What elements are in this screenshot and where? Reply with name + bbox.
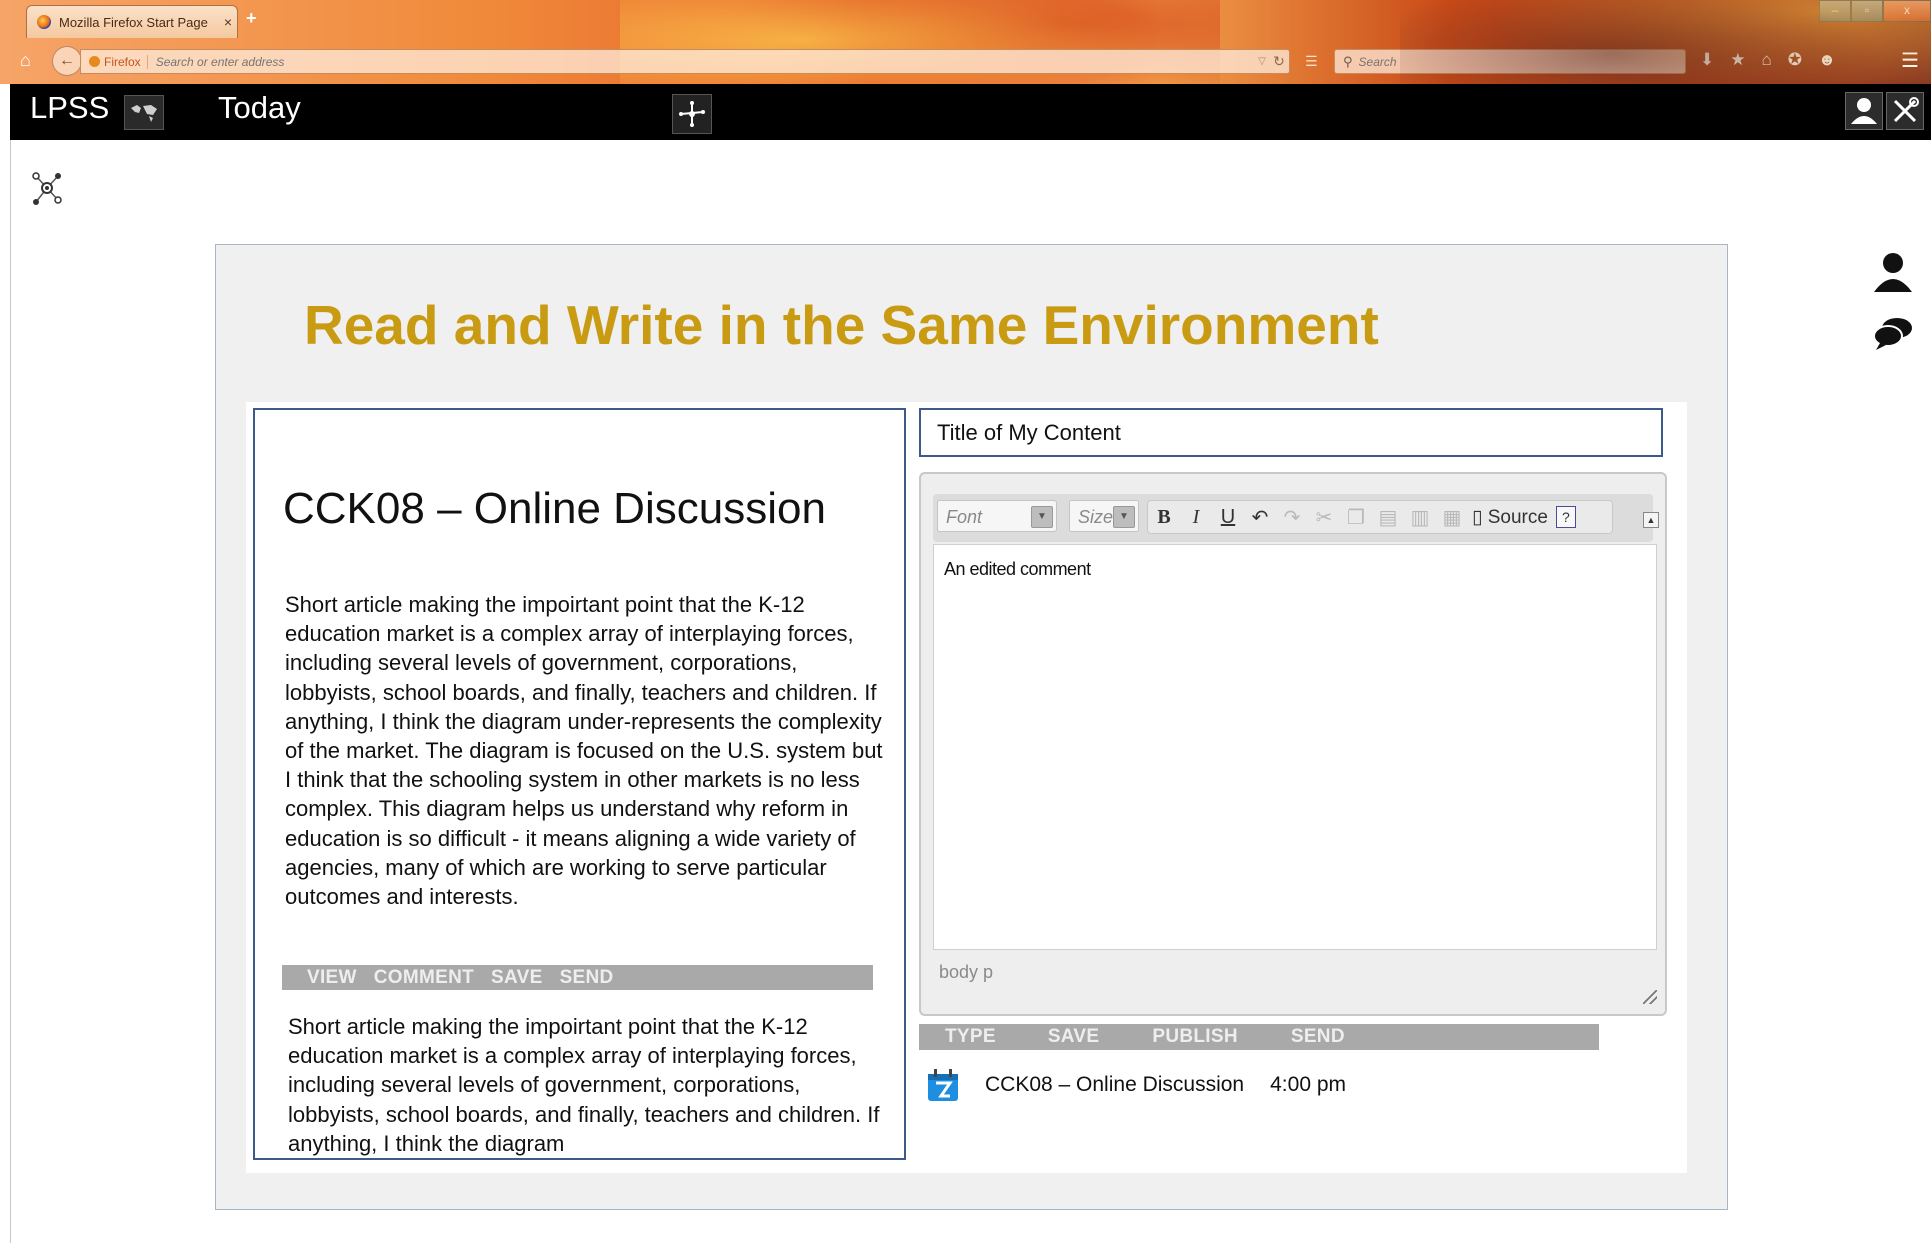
- profile-icon[interactable]: ☻: [1818, 50, 1836, 70]
- network-icon[interactable]: [672, 94, 712, 134]
- url-input[interactable]: [147, 53, 1255, 70]
- type-button[interactable]: TYPE: [945, 1026, 996, 1048]
- firefox-icon: [37, 15, 51, 29]
- undo-icon[interactable]: ↶: [1244, 505, 1276, 530]
- underline-icon[interactable]: U: [1212, 506, 1244, 529]
- minimize-button[interactable]: –: [1819, 0, 1851, 22]
- editor-text-area[interactable]: An edited comment: [933, 544, 1657, 950]
- browser-tab[interactable]: Mozilla Firefox Start Page ×: [26, 5, 238, 38]
- editor-content[interactable]: An edited comment: [944, 559, 1091, 580]
- article-body: Short article making the impoirtant poin…: [288, 1014, 880, 1156]
- send-button[interactable]: SEND: [560, 967, 614, 989]
- addon-icon[interactable]: ✪: [1788, 50, 1802, 70]
- collapse-toolbar-icon[interactable]: ▲: [1643, 512, 1659, 528]
- cut-icon[interactable]: ✂: [1308, 505, 1340, 530]
- scheduled-post[interactable]: CCK08 – Online Discussion 4:00 pm: [927, 1066, 1346, 1104]
- identity-label: Firefox: [104, 54, 141, 69]
- write-action-bar: TYPE SAVE PUBLISH SEND: [919, 1024, 1599, 1050]
- read-pane: CCK08 – Online Discussion Short article …: [253, 408, 906, 1160]
- slide-title: Read and Write in the Same Environment: [304, 294, 1379, 356]
- view-button[interactable]: VIEW: [307, 967, 357, 989]
- firefox-identity-icon: [89, 56, 100, 67]
- app-header: LPSS Today: [10, 84, 1931, 140]
- close-tab-icon[interactable]: ×: [219, 14, 237, 30]
- world-map-icon[interactable]: [124, 95, 164, 130]
- publish-button[interactable]: PUBLISH: [1152, 1026, 1238, 1048]
- bookmark-icon[interactable]: ★: [1730, 50, 1745, 70]
- editor-toolbar: Font ▼ Size ▼ B I U ↶ ↷ ✂ ❐ ▤ ▥ ▦ ▯ Sour…: [933, 494, 1653, 542]
- paste-icon[interactable]: ▤: [1372, 505, 1404, 530]
- restore-button[interactable]: ▫: [1851, 0, 1883, 22]
- source-label: Source: [1487, 506, 1548, 528]
- section-title: Today: [218, 90, 301, 125]
- chevron-down-icon[interactable]: ▼: [1031, 506, 1053, 528]
- redo-icon[interactable]: ↷: [1276, 505, 1308, 530]
- paste-text-icon[interactable]: ▥: [1404, 505, 1436, 530]
- site-identity[interactable]: Firefox: [81, 54, 148, 69]
- address-bar: Firefox ▽ ↻: [80, 49, 1290, 74]
- chat-icon[interactable]: [1872, 316, 1914, 352]
- comment-button[interactable]: COMMENT: [374, 967, 474, 989]
- toolbar-icons: ⬇ ★ ⌂ ✪ ☻: [1700, 50, 1836, 70]
- copy-icon[interactable]: ❐: [1340, 505, 1372, 530]
- calendar-icon: [927, 1068, 959, 1102]
- browser-chrome: Mozilla Firefox Start Page × + – ▫ x ⌂ ←…: [0, 0, 1931, 84]
- navigation-bar: ⌂ ← Firefox ▽ ↻ ☰ ⚲ ⬇ ★ ⌂ ✪ ☻: [0, 44, 1931, 78]
- resize-handle-icon[interactable]: [1643, 990, 1657, 1004]
- post-time: 4:00 pm: [1270, 1073, 1347, 1096]
- content-title-field[interactable]: [919, 408, 1663, 457]
- rich-text-editor: Font ▼ Size ▼ B I U ↶ ↷ ✂ ❐ ▤ ▥ ▦ ▯ Sour…: [919, 472, 1667, 1016]
- size-select-label: Size: [1078, 507, 1114, 527]
- home-toolbar-icon[interactable]: ⌂: [1762, 50, 1772, 70]
- source-button[interactable]: ▯ Source: [1468, 506, 1556, 529]
- element-path: body p: [939, 962, 994, 982]
- user-icon[interactable]: [1845, 92, 1883, 130]
- dropdown-icon[interactable]: ▽: [1255, 56, 1269, 67]
- window-controls: – ▫ x: [1819, 0, 1931, 22]
- new-tab-button[interactable]: +: [246, 8, 257, 29]
- article-body: Short article making the impoirtant poin…: [285, 592, 883, 910]
- rss-icon[interactable]: ☰: [1305, 53, 1318, 70]
- paste-word-icon[interactable]: ▦: [1436, 505, 1468, 530]
- font-select[interactable]: Font ▼: [937, 500, 1057, 532]
- save-button[interactable]: SAVE: [1048, 1026, 1100, 1048]
- font-select-label: Font: [946, 507, 983, 527]
- post-title: CCK08 – Online Discussion: [985, 1073, 1245, 1096]
- search-input[interactable]: [1356, 53, 1685, 70]
- chevron-down-icon[interactable]: ▼: [1113, 506, 1135, 528]
- left-divider: [10, 140, 11, 1243]
- tab-title: Mozilla Firefox Start Page: [59, 14, 208, 30]
- italic-icon[interactable]: I: [1180, 506, 1212, 529]
- size-select[interactable]: Size ▼: [1069, 500, 1139, 532]
- save-button[interactable]: SAVE: [491, 967, 543, 989]
- tab-strip: Mozilla Firefox Start Page × + – ▫ x: [0, 0, 1931, 38]
- article-title[interactable]: CCK08 – Online Discussion: [283, 484, 826, 534]
- menu-icon[interactable]: ☰: [1901, 48, 1919, 73]
- search-bar: ⚲: [1334, 49, 1686, 74]
- help-icon[interactable]: ?: [1555, 506, 1576, 528]
- search-icon: ⚲: [1343, 53, 1353, 69]
- workspace: CCK08 – Online Discussion Short article …: [246, 402, 1687, 1173]
- bold-icon[interactable]: B: [1148, 506, 1180, 529]
- user-icon[interactable]: [1872, 250, 1914, 294]
- download-icon[interactable]: ⬇: [1700, 50, 1714, 70]
- reload-icon[interactable]: ↻: [1269, 53, 1289, 70]
- send-button[interactable]: SEND: [1291, 1026, 1345, 1048]
- graph-icon[interactable]: [30, 170, 64, 208]
- back-arrow-icon[interactable]: ←: [52, 46, 82, 76]
- read-action-bar: VIEW COMMENT SAVE SEND: [282, 965, 873, 990]
- slide-panel: Read and Write in the Same Environment C…: [215, 244, 1728, 1210]
- app-logo[interactable]: LPSS: [30, 90, 109, 126]
- home-icon[interactable]: ⌂: [20, 50, 40, 70]
- close-window-button[interactable]: x: [1883, 0, 1931, 22]
- format-buttons: B I U ↶ ↷ ✂ ❐ ▤ ▥ ▦ ▯ Source ?: [1147, 500, 1613, 534]
- tools-icon[interactable]: [1886, 92, 1924, 130]
